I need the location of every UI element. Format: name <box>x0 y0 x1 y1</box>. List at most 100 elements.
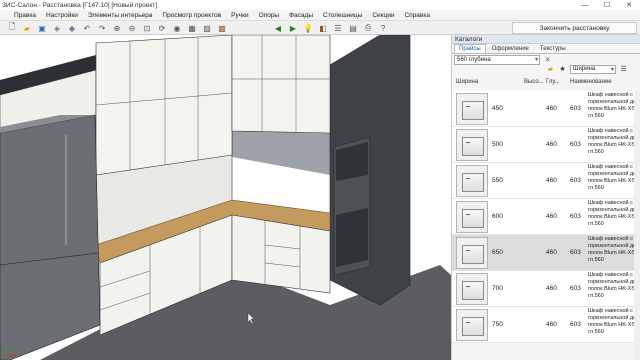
menu-bar: Правка Настройки Элементы интерьера Прос… <box>0 10 640 21</box>
cell-depth: 603 <box>570 105 581 112</box>
table-row[interactable]: 450 460 603 Шкаф навесной с 1 горизонтал… <box>452 91 640 127</box>
cell-name: Шкаф навесной с 1 горизонтальной две пол… <box>588 92 640 119</box>
lightbulb-icon[interactable]: 💡 <box>302 22 314 34</box>
zoom-out-icon[interactable]: ⊖ <box>126 22 138 34</box>
cabinet-thumbnail <box>456 92 488 125</box>
cell-height: 460 <box>546 321 557 328</box>
rotate-icon[interactable]: ⟳ <box>156 22 168 34</box>
cell-height: 460 <box>546 213 557 220</box>
zoom-in-icon[interactable]: ⊕ <box>111 22 123 34</box>
menu-edit[interactable]: Правка <box>0 12 41 19</box>
cabinet-thumbnail <box>456 200 488 233</box>
toolbar: 🗋 ▰ ▣ ◈ ◆ ↶ ↷ ⊕ ⊖ ⊡ ⟳ ◉ ▦ ▧ ▩ ◀ ▶ 💡 ◧ ☰ … <box>0 21 640 35</box>
arrow-left-icon[interactable]: ◀ <box>272 22 284 34</box>
table-row[interactable]: 750 460 603 Шкаф навесной с 1 горизонтал… <box>452 307 640 343</box>
maximize-icon[interactable]: ☐ <box>596 0 618 10</box>
cell-name: Шкаф навесной с 1 горизонтальной две пол… <box>588 272 640 299</box>
table-row[interactable]: 600 460 603 Шкаф навесной с 1 горизонтал… <box>452 199 640 235</box>
new-file-icon[interactable]: 🗋 <box>6 22 18 34</box>
finish-arrangement-button[interactable]: Закончить расстановку <box>512 22 637 34</box>
sort-value: Ширина <box>573 66 596 72</box>
tab-design[interactable]: Оформление <box>487 44 534 53</box>
close-icon[interactable]: ✕ <box>618 0 640 10</box>
cabinet-thumbnail <box>456 272 488 305</box>
chevron-down-icon: ▾ <box>610 66 614 73</box>
cell-depth: 603 <box>570 213 581 220</box>
col-depth[interactable]: Глу... <box>546 79 570 85</box>
col-height[interactable]: Высо... <box>522 79 546 85</box>
material-icon[interactable]: ◧ <box>317 22 329 34</box>
folder-icon[interactable]: ▰ <box>546 65 555 74</box>
catalog-header: Каталоги <box>452 35 640 44</box>
cell-width: 550 <box>492 177 503 184</box>
cell-height: 460 <box>546 285 557 292</box>
menu-view-projects[interactable]: Просмотр проектов <box>157 12 226 19</box>
cube-view-icon[interactable]: ◆ <box>66 22 78 34</box>
menu-handles[interactable]: Ручки <box>226 12 253 19</box>
report-icon[interactable]: ▤ <box>347 22 359 34</box>
list-view-icon[interactable]: ☰ <box>619 65 628 74</box>
catalog-scrollbar[interactable] <box>634 91 640 360</box>
menu-facades[interactable]: Фасады <box>284 12 318 19</box>
3d-viewport[interactable] <box>0 35 451 360</box>
help-icon[interactable]: ? <box>377 22 389 34</box>
col-width[interactable]: Ширина <box>452 79 522 85</box>
list-icon[interactable]: ☰ <box>332 22 344 34</box>
cabinet-thumbnail <box>456 164 488 197</box>
cell-depth: 603 <box>570 321 581 328</box>
kitchen-scene <box>0 35 451 360</box>
table-row[interactable]: 550 460 603 Шкаф навесной с 1 горизонтал… <box>452 163 640 199</box>
texture-icon[interactable]: ▩ <box>216 22 228 34</box>
sort-select[interactable]: Ширина ▾ <box>570 64 616 74</box>
upper-cabinets-right <box>231 35 331 134</box>
cell-height: 460 <box>546 141 557 148</box>
menu-interior-elements[interactable]: Элементы интерьера <box>83 12 158 19</box>
minimize-icon[interactable]: — <box>574 0 596 10</box>
menu-worktops[interactable]: Столешницы <box>318 12 367 19</box>
undo-icon[interactable]: ↶ <box>81 22 93 34</box>
redo-icon[interactable]: ↷ <box>96 22 108 34</box>
cell-width: 750 <box>492 321 503 328</box>
catalog-tabs: Прайсы Оформление Текстуры <box>452 44 640 54</box>
table-row[interactable]: 500 460 603 Шкаф навесной с 1 горизонтал… <box>452 127 640 163</box>
cell-width: 650 <box>492 249 503 256</box>
menu-settings[interactable]: Настройки <box>41 12 83 19</box>
toolbar-right-group: ◀ ▶ 💡 ◧ ☰ ▤ ⎙ ? <box>272 22 389 34</box>
cell-depth: 603 <box>570 285 581 292</box>
menu-supports[interactable]: Опоры <box>254 12 284 19</box>
cell-width: 450 <box>492 105 503 112</box>
cell-depth: 603 <box>570 177 581 184</box>
cell-depth: 603 <box>570 249 581 256</box>
cell-name: Шкаф навесной с 1 горизонтальной две пол… <box>588 128 640 155</box>
toolbar-left-group: 🗋 ▰ ▣ ◈ ◆ ↶ ↷ ⊕ ⊖ ⊡ ⟳ ◉ ▦ ▧ ▩ <box>6 22 228 34</box>
save-icon[interactable]: ▣ <box>36 22 48 34</box>
table-header: Ширина Высо... Глу... Наименование <box>452 73 640 92</box>
star-icon[interactable]: ★ <box>558 65 567 74</box>
cell-name: Шкаф навесной с 1 горизонтальной две пол… <box>588 236 640 263</box>
col-name[interactable]: Наименование <box>570 79 640 85</box>
zoom-fit-icon[interactable]: ⊡ <box>141 22 153 34</box>
filter-value: 560 глубина <box>457 57 491 63</box>
menu-help[interactable]: Справка <box>399 12 435 19</box>
arrow-right-icon[interactable]: ▶ <box>287 22 299 34</box>
menu-sections[interactable]: Секции <box>367 12 399 19</box>
table-row[interactable]: 700 460 603 Шкаф навесной с 1 горизонтал… <box>452 271 640 307</box>
camera-icon[interactable]: ◉ <box>171 22 183 34</box>
tab-prices[interactable]: Прайсы <box>454 44 486 53</box>
filter-select[interactable]: 560 глубина ▾ <box>454 55 540 65</box>
filter-clear-icon[interactable]: ✕ <box>543 56 552 65</box>
cell-width: 700 <box>492 285 503 292</box>
wireframe-icon[interactable]: ▧ <box>201 22 213 34</box>
tab-textures[interactable]: Текстуры <box>535 44 571 53</box>
folder-icon[interactable]: ▰ <box>21 22 33 34</box>
table-row-selected[interactable]: 650 460 603 Шкаф навесной с 1 горизонтал… <box>452 235 640 271</box>
catalog-panel: Каталоги Прайсы Оформление Текстуры 560 … <box>451 35 640 360</box>
cube-icon[interactable]: ◈ <box>51 22 63 34</box>
grid-icon[interactable]: ▦ <box>186 22 198 34</box>
catalog-rows: 450 460 603 Шкаф навесной с 1 горизонтал… <box>452 91 640 343</box>
window-title: ЗИС-Салон - Расстановка [Г147.10] [Новый… <box>2 1 158 9</box>
title-bar: ЗИС-Салон - Расстановка [Г147.10] [Новый… <box>0 0 640 10</box>
cell-name: Шкаф навесной с 1 горизонтальной две пол… <box>588 308 640 335</box>
print-icon[interactable]: ⎙ <box>362 22 374 34</box>
niche-shelf-bottom <box>336 208 368 267</box>
